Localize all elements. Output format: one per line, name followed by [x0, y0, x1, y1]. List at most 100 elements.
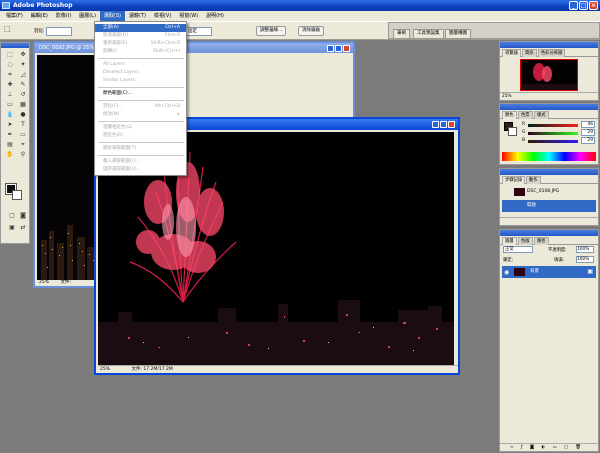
doc-back-maximize-button[interactable]	[335, 45, 342, 52]
menu-item-select-all[interactable]: 全部(A) Ctrl+A	[95, 24, 186, 32]
blur-icon[interactable]: 💧	[4, 110, 16, 119]
link-layers-icon[interactable]: ∞	[510, 445, 514, 450]
notes-icon[interactable]: ▤	[4, 140, 16, 149]
green-value[interactable]: 29	[581, 129, 595, 136]
menu-item-inverse[interactable]: 反轉(I) Shift+Ctrl+I	[95, 48, 186, 56]
clone-stamp-icon[interactable]: ⊥	[4, 90, 16, 99]
menu-item-color-range[interactable]: 顏色範圍(C)...	[95, 90, 186, 98]
doc-front-maximize-button[interactable]	[440, 121, 447, 128]
menu-item-similar[interactable]: 相近色(R)	[95, 132, 186, 140]
doc-front-close-button[interactable]	[448, 121, 455, 128]
menu-window[interactable]: 視窗(W)	[175, 11, 202, 21]
crop-icon[interactable]: ⌗	[4, 70, 16, 79]
zoom-icon[interactable]: ⚲	[17, 150, 29, 159]
quick-mask-icon[interactable]: ◙	[17, 211, 29, 220]
eraser-icon[interactable]: ▭	[4, 100, 16, 109]
tab-swatches[interactable]: 色票	[518, 111, 533, 119]
doc-back-minimize-button[interactable]	[327, 45, 334, 52]
maximize-button[interactable]: □	[579, 1, 588, 10]
hand-icon[interactable]: ✋	[4, 150, 16, 159]
menu-item-modify[interactable]: 修改(M) ▸	[95, 111, 186, 119]
new-group-icon[interactable]: ▭	[553, 445, 557, 450]
doc-back-close-button[interactable]	[343, 45, 350, 52]
color-spectrum-bar[interactable]	[502, 152, 596, 161]
gradient-icon[interactable]: ▦	[17, 100, 29, 109]
tab-histogram[interactable]: 色彩分佈圖	[538, 49, 566, 57]
menu-view[interactable]: 檢視(V)	[150, 11, 175, 21]
tab-paths[interactable]: 路徑	[534, 237, 549, 245]
layer-row-background[interactable]: ◉ 背景 ▣	[502, 266, 596, 278]
tab-navigator[interactable]: 導覽器	[502, 49, 521, 57]
type-icon[interactable]: T	[17, 120, 29, 129]
menu-item-save-selection[interactable]: 儲存選取範圍(V)...	[95, 166, 186, 174]
tab-styles[interactable]: 樣式	[534, 111, 549, 119]
brush-icon[interactable]: ✎	[17, 80, 29, 89]
menu-filter[interactable]: 濾鏡(T)	[125, 11, 150, 21]
menu-item-deselect[interactable]: 取消選取(D) Ctrl+D	[95, 32, 186, 40]
tab-info[interactable]: 資訊	[522, 49, 537, 57]
menu-edit[interactable]: 編輯(E)	[27, 11, 52, 21]
marquee-tool-icon[interactable]: ⬚	[4, 25, 11, 33]
style-select[interactable]: 固定	[186, 27, 212, 36]
menu-help[interactable]: 說明(H)	[202, 11, 228, 21]
document-canvas-back[interactable]	[37, 55, 97, 280]
history-brush-icon[interactable]: ↺	[17, 90, 29, 99]
green-slider[interactable]	[528, 132, 578, 135]
menu-item-transform-selection[interactable]: 變形選取範圍(T)	[95, 145, 186, 153]
menu-item-all-layers[interactable]: All Layers	[95, 61, 186, 69]
minimize-button[interactable]: _	[569, 1, 578, 10]
tab-color[interactable]: 顏色	[502, 111, 517, 119]
menu-item-load-selection[interactable]: 載入選取範圍(L)...	[95, 158, 186, 166]
menu-file[interactable]: 檔案(F)	[2, 11, 27, 21]
menu-item-grow[interactable]: 連續相近色(G)	[95, 124, 186, 132]
shape-icon[interactable]: ▭	[17, 130, 29, 139]
feather-input[interactable]	[46, 27, 72, 36]
antialias-button[interactable]: 消除鋸齒	[298, 26, 324, 36]
red-slider[interactable]	[528, 124, 578, 127]
tab-channels[interactable]: 色版	[518, 237, 533, 245]
menu-item-feather[interactable]: 羽化(F)... Alt+Ctrl+D	[95, 103, 186, 111]
color-bg-swatch[interactable]	[508, 127, 517, 136]
menu-item-reselect[interactable]: 重新選取(E) Shift+Ctrl+D	[95, 40, 186, 48]
zoom-level-front[interactable]: 25%	[100, 367, 110, 372]
close-button[interactable]: ×	[589, 1, 598, 10]
palette-well-tab-brushes[interactable]: 筆刷	[393, 29, 410, 39]
history-snapshot-row[interactable]: DSC_0108.JPG	[502, 186, 596, 198]
palette-well-tab-layer-comps[interactable]: 圖層構圖	[445, 29, 471, 39]
dodge-icon[interactable]: ●	[17, 110, 29, 119]
opacity-input[interactable]: 100%	[576, 246, 594, 253]
tab-actions[interactable]: 動作	[526, 176, 541, 184]
menu-layer[interactable]: 圖層(L)	[75, 11, 100, 21]
navigator-zoom[interactable]: 25%	[502, 94, 512, 99]
eye-icon[interactable]: ◉	[504, 267, 509, 279]
fill-input[interactable]: 100%	[576, 256, 594, 263]
layer-style-icon[interactable]: ƒ	[521, 445, 523, 450]
lasso-icon[interactable]: ◌	[4, 60, 16, 69]
menu-item-deselect-layers[interactable]: Deselect Layers	[95, 69, 186, 77]
zoom-level-back[interactable]: 25%	[39, 280, 49, 285]
magic-wand-icon[interactable]: ✦	[17, 60, 29, 69]
new-layer-icon[interactable]: ▢	[564, 445, 568, 450]
healing-brush-icon[interactable]: ✚	[4, 80, 16, 89]
trash-icon[interactable]: 🗑	[575, 445, 580, 450]
blue-slider[interactable]	[528, 140, 578, 143]
refine-edge-button[interactable]: 調整邊緣...	[256, 26, 287, 36]
menu-image[interactable]: 影像(I)	[52, 11, 75, 21]
tab-layers[interactable]: 圖層	[502, 237, 517, 245]
doc-front-minimize-button[interactable]	[432, 121, 439, 128]
navigator-thumbnail[interactable]	[520, 59, 578, 91]
slice-icon[interactable]: ◿	[17, 70, 29, 79]
marquee-icon[interactable]: ⬚	[4, 50, 16, 59]
blue-value[interactable]: 29	[581, 137, 595, 144]
move-icon[interactable]: ✥	[17, 50, 29, 59]
layer-mask-icon[interactable]: ◙	[530, 445, 534, 450]
path-selection-icon[interactable]: ➤	[4, 120, 16, 129]
blend-mode-select[interactable]: 正常	[503, 246, 533, 253]
history-step-row[interactable]: 開啟	[502, 200, 596, 212]
palette-well-tab-tool-presets[interactable]: 工具預設集	[413, 29, 444, 39]
adjustment-layer-icon[interactable]: ◐	[541, 445, 545, 450]
menu-select[interactable]: 選取(S)	[99, 11, 125, 21]
tab-history[interactable]: 步驟記錄	[502, 176, 526, 184]
menu-item-similar-layers[interactable]: Similar Layers	[95, 77, 186, 85]
imageready-icon[interactable]: ⇄	[17, 223, 29, 232]
